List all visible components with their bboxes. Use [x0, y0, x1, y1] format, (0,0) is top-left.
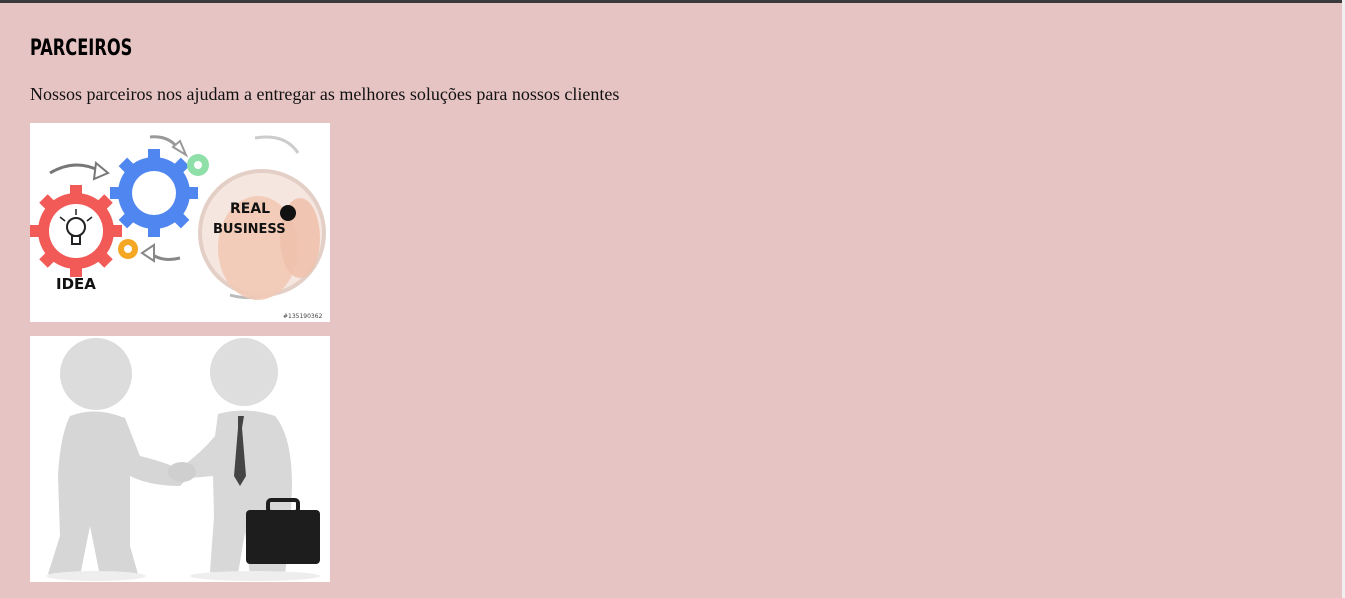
stock-id-label: #135190362 [283, 313, 323, 320]
window-top-border [0, 0, 1345, 3]
partner-image-idea-business: IDEA REAL BUSINESS #135190362 [30, 123, 330, 322]
idea-business-illustration: IDEA REAL BUSINESS #135190362 [30, 123, 330, 322]
business-label: BUSINESS [213, 222, 286, 237]
idea-label: IDEA [56, 275, 96, 293]
partners-section: PARCEIROS Nossos parceiros nos ajudam a … [30, 34, 1310, 105]
handshake-illustration [30, 336, 330, 582]
real-label: REAL [230, 201, 270, 217]
partner-image-handshake [30, 336, 330, 582]
page-title: PARCEIROS [30, 36, 133, 61]
partners-description: Nossos parceiros nos ajudam a entregar a… [30, 84, 620, 104]
